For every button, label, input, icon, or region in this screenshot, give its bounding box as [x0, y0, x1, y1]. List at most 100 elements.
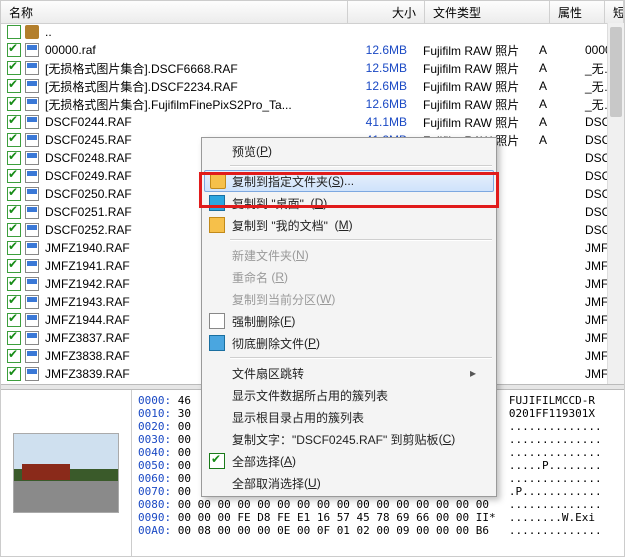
- raw-file-icon: [25, 259, 39, 273]
- menu-deselect-all[interactable]: 全部取消选择(U): [204, 472, 494, 494]
- file-manager-window: 名称 大小 文件类型 属性 短文件名 .. 00000.raf12.6MBFuj…: [0, 0, 625, 557]
- menu-copy-text[interactable]: 复制文字："DSCF0245.RAF" 到剪贴板(C): [204, 428, 494, 450]
- menu-show-file-clusters[interactable]: 显示文件数据所占用的簇列表: [204, 384, 494, 406]
- folder-icon: [210, 173, 226, 189]
- raw-file-icon: [25, 295, 39, 309]
- file-attr: A: [531, 79, 577, 93]
- raw-file-icon: [25, 151, 39, 165]
- file-name: [无损格式图片集合].FujifilmFinePixS2Pro_Ta...: [45, 96, 347, 113]
- raw-file-icon: [25, 97, 39, 111]
- checkbox[interactable]: [7, 97, 21, 111]
- file-row[interactable]: [无损格式图片集合].DSCF2234.RAF12.6MBFujifilm RA…: [1, 77, 624, 95]
- delete-icon: [209, 313, 225, 329]
- raw-file-icon: [25, 205, 39, 219]
- file-type: Fujifilm RAW 照片: [415, 96, 531, 113]
- menu-rename: 重命名 (R): [204, 266, 494, 288]
- file-attr: A: [531, 115, 577, 129]
- image-thumbnail: [13, 433, 119, 513]
- menu-preview[interactable]: 预览(P): [204, 140, 494, 162]
- column-header-size[interactable]: 大小: [348, 1, 425, 23]
- menu-wipe-file[interactable]: 彻底删除文件(P): [204, 332, 494, 354]
- menu-select-all[interactable]: 全部选择(A): [204, 450, 494, 472]
- raw-file-icon: [25, 331, 39, 345]
- checkbox[interactable]: [7, 61, 21, 75]
- menu-copy-to-documents[interactable]: 复制到 "我的文档" (M): [204, 214, 494, 236]
- checkbox[interactable]: [7, 331, 21, 345]
- raw-file-icon: [25, 61, 39, 75]
- checkbox[interactable]: [7, 241, 21, 255]
- parent-dir-row[interactable]: ..: [1, 23, 624, 41]
- checkbox[interactable]: [7, 349, 21, 363]
- menu-copy-to-folder[interactable]: 复制到指定文件夹(S)...: [204, 170, 494, 192]
- menu-copy-to-desktop[interactable]: 复制到 "桌面" (D): [204, 192, 494, 214]
- raw-file-icon: [25, 349, 39, 363]
- raw-file-icon: [25, 133, 39, 147]
- raw-file-icon: [25, 43, 39, 57]
- raw-file-icon: [25, 79, 39, 93]
- raw-file-icon: [25, 367, 39, 381]
- menu-force-delete[interactable]: 强制删除(F): [204, 310, 494, 332]
- file-row[interactable]: [无损格式图片集合].DSCF6668.RAF12.5MBFujifilm RA…: [1, 59, 624, 77]
- file-attr: A: [531, 97, 577, 111]
- file-row[interactable]: 00000.raf12.6MBFujifilm RAW 照片A00000.raf: [1, 41, 624, 59]
- file-name: ..: [45, 25, 347, 39]
- context-menu: 预览(P) 复制到指定文件夹(S)... 复制到 "桌面" (D) 复制到 "我…: [201, 137, 497, 497]
- checkbox[interactable]: [7, 151, 21, 165]
- column-header-shortname[interactable]: 短文件名: [605, 1, 624, 23]
- scrollbar-thumb[interactable]: [610, 27, 622, 117]
- file-attr: A: [531, 133, 577, 147]
- checkbox[interactable]: [7, 79, 21, 93]
- file-name: [无损格式图片集合].DSCF2234.RAF: [45, 78, 347, 95]
- checkbox[interactable]: [7, 367, 21, 381]
- raw-file-icon: [25, 313, 39, 327]
- checkbox[interactable]: [7, 169, 21, 183]
- raw-file-icon: [25, 115, 39, 129]
- folder-up-icon: [25, 25, 39, 39]
- thumbnail-area: [1, 390, 132, 556]
- checkbox[interactable]: [7, 295, 21, 309]
- column-header-row: 名称 大小 文件类型 属性 短文件名: [1, 1, 624, 24]
- checkbox-icon: [209, 453, 225, 469]
- checkbox[interactable]: [7, 115, 21, 129]
- checkbox[interactable]: [7, 259, 21, 273]
- checkbox[interactable]: [7, 25, 21, 39]
- raw-file-icon: [25, 187, 39, 201]
- file-size: 12.6MB: [347, 79, 415, 93]
- vertical-scrollbar[interactable]: [607, 23, 624, 386]
- file-row[interactable]: [无损格式图片集合].FujifilmFinePixS2Pro_Ta...12.…: [1, 95, 624, 113]
- file-size: 12.6MB: [347, 43, 415, 57]
- column-header-type[interactable]: 文件类型: [425, 1, 550, 23]
- checkbox[interactable]: [7, 223, 21, 237]
- menu-separator: [230, 165, 492, 167]
- file-type: Fujifilm RAW 照片: [415, 60, 531, 77]
- file-size: 12.6MB: [347, 97, 415, 111]
- file-name: DSCF0244.RAF: [45, 115, 347, 129]
- checkbox[interactable]: [7, 277, 21, 291]
- menu-new-folder: 新建文件夹(N): [204, 244, 494, 266]
- file-row[interactable]: DSCF0244.RAF41.1MBFujifilm RAW 照片ADSCF02…: [1, 113, 624, 131]
- checkbox[interactable]: [7, 205, 21, 219]
- menu-show-root-clusters[interactable]: 显示根目录占用的簇列表: [204, 406, 494, 428]
- file-size: 41.1MB: [347, 115, 415, 129]
- raw-file-icon: [25, 241, 39, 255]
- raw-file-icon: [25, 223, 39, 237]
- column-header-name[interactable]: 名称: [1, 1, 348, 23]
- file-name: [无损格式图片集合].DSCF6668.RAF: [45, 60, 347, 77]
- wipe-icon: [209, 335, 225, 351]
- checkbox[interactable]: [7, 43, 21, 57]
- file-type: Fujifilm RAW 照片: [415, 78, 531, 95]
- submenu-arrow-icon: ▸: [470, 366, 476, 380]
- checkbox[interactable]: [7, 187, 21, 201]
- checkbox[interactable]: [7, 313, 21, 327]
- menu-separator: [230, 357, 492, 359]
- menu-sector-jump[interactable]: 文件扇区跳转▸: [204, 362, 494, 384]
- file-type: Fujifilm RAW 照片: [415, 114, 531, 131]
- file-attr: A: [531, 43, 577, 57]
- column-header-attr[interactable]: 属性: [550, 1, 605, 23]
- raw-file-icon: [25, 277, 39, 291]
- checkbox[interactable]: [7, 133, 21, 147]
- documents-icon: [209, 217, 225, 233]
- raw-file-icon: [25, 169, 39, 183]
- menu-separator: [230, 239, 492, 241]
- menu-copy-to-partition: 复制到当前分区(W): [204, 288, 494, 310]
